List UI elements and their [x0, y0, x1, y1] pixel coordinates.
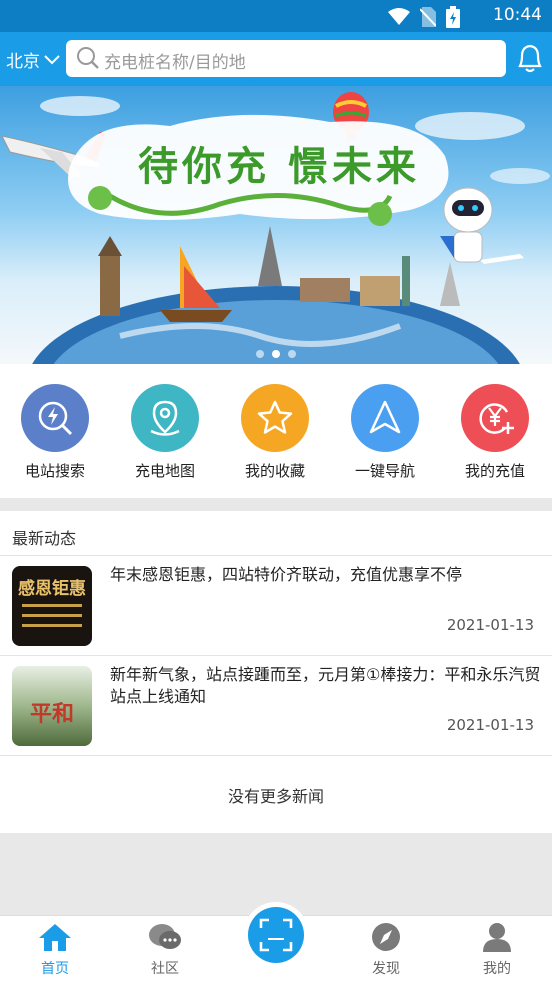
quick-label: 我的充值 [464, 462, 525, 480]
tab-discover[interactable]: 发现 [331, 922, 441, 978]
divider [0, 755, 552, 756]
no-more-news: 没有更多新闻 [227, 787, 324, 806]
quick-label: 我的收藏 [244, 462, 305, 480]
station-search-icon [21, 384, 89, 452]
quick-label: 电站搜索 [24, 462, 85, 480]
sailboat-icon [160, 246, 232, 322]
carousel-dot[interactable] [288, 350, 296, 358]
banner-slogan: 待你充 憬未来 [138, 143, 420, 190]
news-headline: 年末感恩钜惠，四站特价齐联动，充值优惠享不停 [110, 565, 463, 584]
clock: 10:44 [493, 5, 542, 25]
tab-mine[interactable]: 我的 [442, 922, 552, 978]
carousel-dots [0, 350, 552, 358]
scan-icon [259, 918, 293, 952]
news-item[interactable]: 平和 新年新气象，站点接踵而至，元月第①棒接力：平和永乐汽贸站点上线通知 202… [0, 656, 552, 756]
banner-artwork [1, 92, 550, 364]
quick-actions: 电站搜索 充电地图 我的收藏 一键导航 我的充值 [0, 364, 552, 498]
news-date: 2021-01-13 [446, 716, 534, 734]
search-icon [77, 47, 99, 69]
thumbnail-decor [22, 624, 82, 627]
top-bar: 北京 充电桩名称/目的地 [0, 32, 552, 86]
thumbnail-caption: 感恩钜惠 [18, 579, 86, 599]
news-section-title: 最新动态 [12, 529, 77, 548]
thumbnail-decor [22, 604, 82, 607]
thumbnail-decor [22, 614, 82, 617]
bell-icon[interactable] [516, 42, 544, 74]
city-selector[interactable]: 北京 [6, 47, 60, 72]
user-icon [483, 923, 511, 952]
status-bar: 10:44 [0, 0, 552, 32]
news-headline: 新年新气象，站点接踵而至，元月第①棒接力：平和永乐汽贸站点上线通知 [110, 665, 541, 706]
chevron-down-icon [44, 54, 60, 64]
tab-home[interactable]: 首页 [0, 922, 110, 978]
tab-label: 首页 [41, 961, 69, 977]
promo-banner[interactable]: 待你充 憬未来 [0, 86, 552, 364]
news-date: 2021-01-13 [446, 616, 534, 634]
wifi-icon [388, 8, 410, 25]
battery-icon [446, 6, 460, 28]
no-sim-icon [420, 7, 436, 27]
quick-station-search[interactable]: 电站搜索 [0, 384, 110, 481]
quick-label: 一键导航 [354, 462, 415, 480]
quick-charge-map[interactable]: 充电地图 [110, 384, 220, 481]
tab-label: 我的 [483, 961, 511, 977]
map-pin-icon [131, 384, 199, 452]
tab-label: 社区 [151, 961, 179, 977]
yen-plus-icon [461, 384, 529, 452]
star-icon [241, 384, 309, 452]
news-thumbnail: 感恩钜惠 [12, 566, 92, 646]
compass-icon [372, 923, 400, 951]
scan-button[interactable] [243, 902, 309, 968]
quick-favorites[interactable]: 我的收藏 [220, 384, 330, 481]
news-thumbnail: 平和 [12, 666, 92, 746]
tab-community[interactable]: 社区 [110, 922, 220, 978]
chat-bubbles-icon [149, 924, 181, 949]
status-icons [388, 6, 460, 28]
home-icon [39, 924, 71, 951]
quick-navigation[interactable]: 一键导航 [330, 384, 440, 481]
scan-button-inner [248, 907, 304, 963]
navigation-arrow-icon [351, 384, 419, 452]
city-label: 北京 [6, 52, 40, 72]
robot-icon [440, 187, 493, 263]
quick-label: 充电地图 [134, 462, 195, 480]
news-section: 最新动态 感恩钜惠 年末感恩钜惠，四站特价齐联动，充值优惠享不停 2021-01… [0, 511, 552, 833]
carousel-dot-active[interactable] [272, 350, 280, 358]
search-placeholder: 充电桩名称/目的地 [104, 53, 246, 73]
thumbnail-caption: 平和 [29, 701, 74, 727]
tab-label: 发现 [372, 961, 400, 977]
news-item[interactable]: 感恩钜惠 年末感恩钜惠，四站特价齐联动，充值优惠享不停 2021-01-13 [0, 556, 552, 656]
carousel-dot[interactable] [256, 350, 264, 358]
search-input[interactable]: 充电桩名称/目的地 [66, 40, 506, 77]
quick-recharge[interactable]: 我的充值 [440, 384, 550, 481]
